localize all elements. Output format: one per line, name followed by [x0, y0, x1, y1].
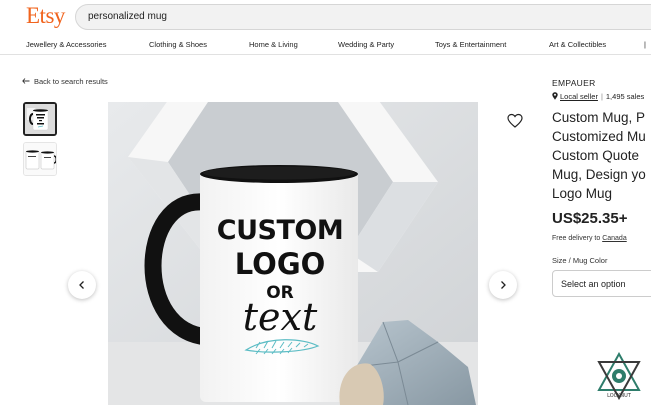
- search-input[interactable]: personalized mug: [75, 4, 651, 30]
- previous-image-button[interactable]: [68, 271, 96, 299]
- mug-text-script: text: [243, 295, 318, 339]
- mug-text-custom: CUSTOM: [217, 215, 343, 246]
- price: US$25.35+: [552, 210, 628, 227]
- select-placeholder: Select an option: [561, 279, 626, 289]
- thumbnail-1[interactable]: [23, 102, 57, 136]
- search-input-value: personalized mug: [88, 11, 167, 22]
- category-toys[interactable]: Toys & Entertainment: [435, 40, 506, 49]
- category-home[interactable]: Home & Living: [249, 40, 298, 49]
- watermark-logo: LOCKNUT: [597, 352, 641, 400]
- delivery-country-link[interactable]: Canada: [602, 235, 627, 242]
- sales-count: 1,495 sales: [605, 92, 645, 101]
- delivery-info: Free delivery to Canada: [552, 235, 627, 242]
- thumbnail-2-image: [24, 143, 56, 175]
- map-pin-icon: [552, 92, 558, 100]
- mug-text-logo: LOGO: [235, 247, 326, 281]
- site-header: Etsy personalized mug: [0, 0, 651, 36]
- back-to-search-link[interactable]: Back to search results: [22, 77, 108, 86]
- chevron-right-icon: [501, 281, 506, 289]
- category-more[interactable]: |: [644, 40, 646, 49]
- delivery-prefix: Free delivery to: [552, 235, 603, 242]
- title-line: Custom Quote: [552, 148, 640, 163]
- local-seller-link[interactable]: Local seller: [560, 92, 598, 101]
- seller-info: Local seller | 1,495 sales: [552, 92, 651, 101]
- size-color-select[interactable]: Select an option: [552, 270, 651, 297]
- back-label: Back to search results: [34, 77, 108, 86]
- size-color-label: Size / Mug Color: [552, 256, 608, 265]
- category-art[interactable]: Art & Collectibles: [549, 40, 606, 49]
- category-clothing[interactable]: Clothing & Shoes: [149, 40, 207, 49]
- title-line: Customized Mu: [552, 129, 646, 144]
- title-line: Logo Mug: [552, 186, 613, 201]
- title-line: Mug, Design yo: [552, 167, 646, 182]
- category-jewellery[interactable]: Jewellery & Accessories: [26, 40, 106, 49]
- etsy-logo[interactable]: Etsy: [26, 3, 65, 29]
- title-line: Custom Mug, P: [552, 110, 646, 125]
- arrow-left-icon: [22, 77, 30, 86]
- category-wedding[interactable]: Wedding & Party: [338, 40, 394, 49]
- product-main-image: CUSTOM LOGO OR text: [108, 102, 478, 405]
- chevron-left-icon: [79, 281, 84, 289]
- next-image-button[interactable]: [489, 271, 517, 299]
- watermark-text: LOCKNUT: [607, 393, 632, 399]
- thumbnail-2[interactable]: [23, 142, 57, 176]
- listing-title: Custom Mug, P Customized Mu Custom Quote…: [552, 108, 651, 203]
- thumbnail-1-image: [25, 104, 55, 134]
- shop-name[interactable]: EMPAUER: [552, 78, 596, 88]
- divider: |: [600, 92, 603, 101]
- category-nav: Jewellery & Accessories Clothing & Shoes…: [0, 36, 651, 55]
- heart-icon[interactable]: [507, 113, 523, 129]
